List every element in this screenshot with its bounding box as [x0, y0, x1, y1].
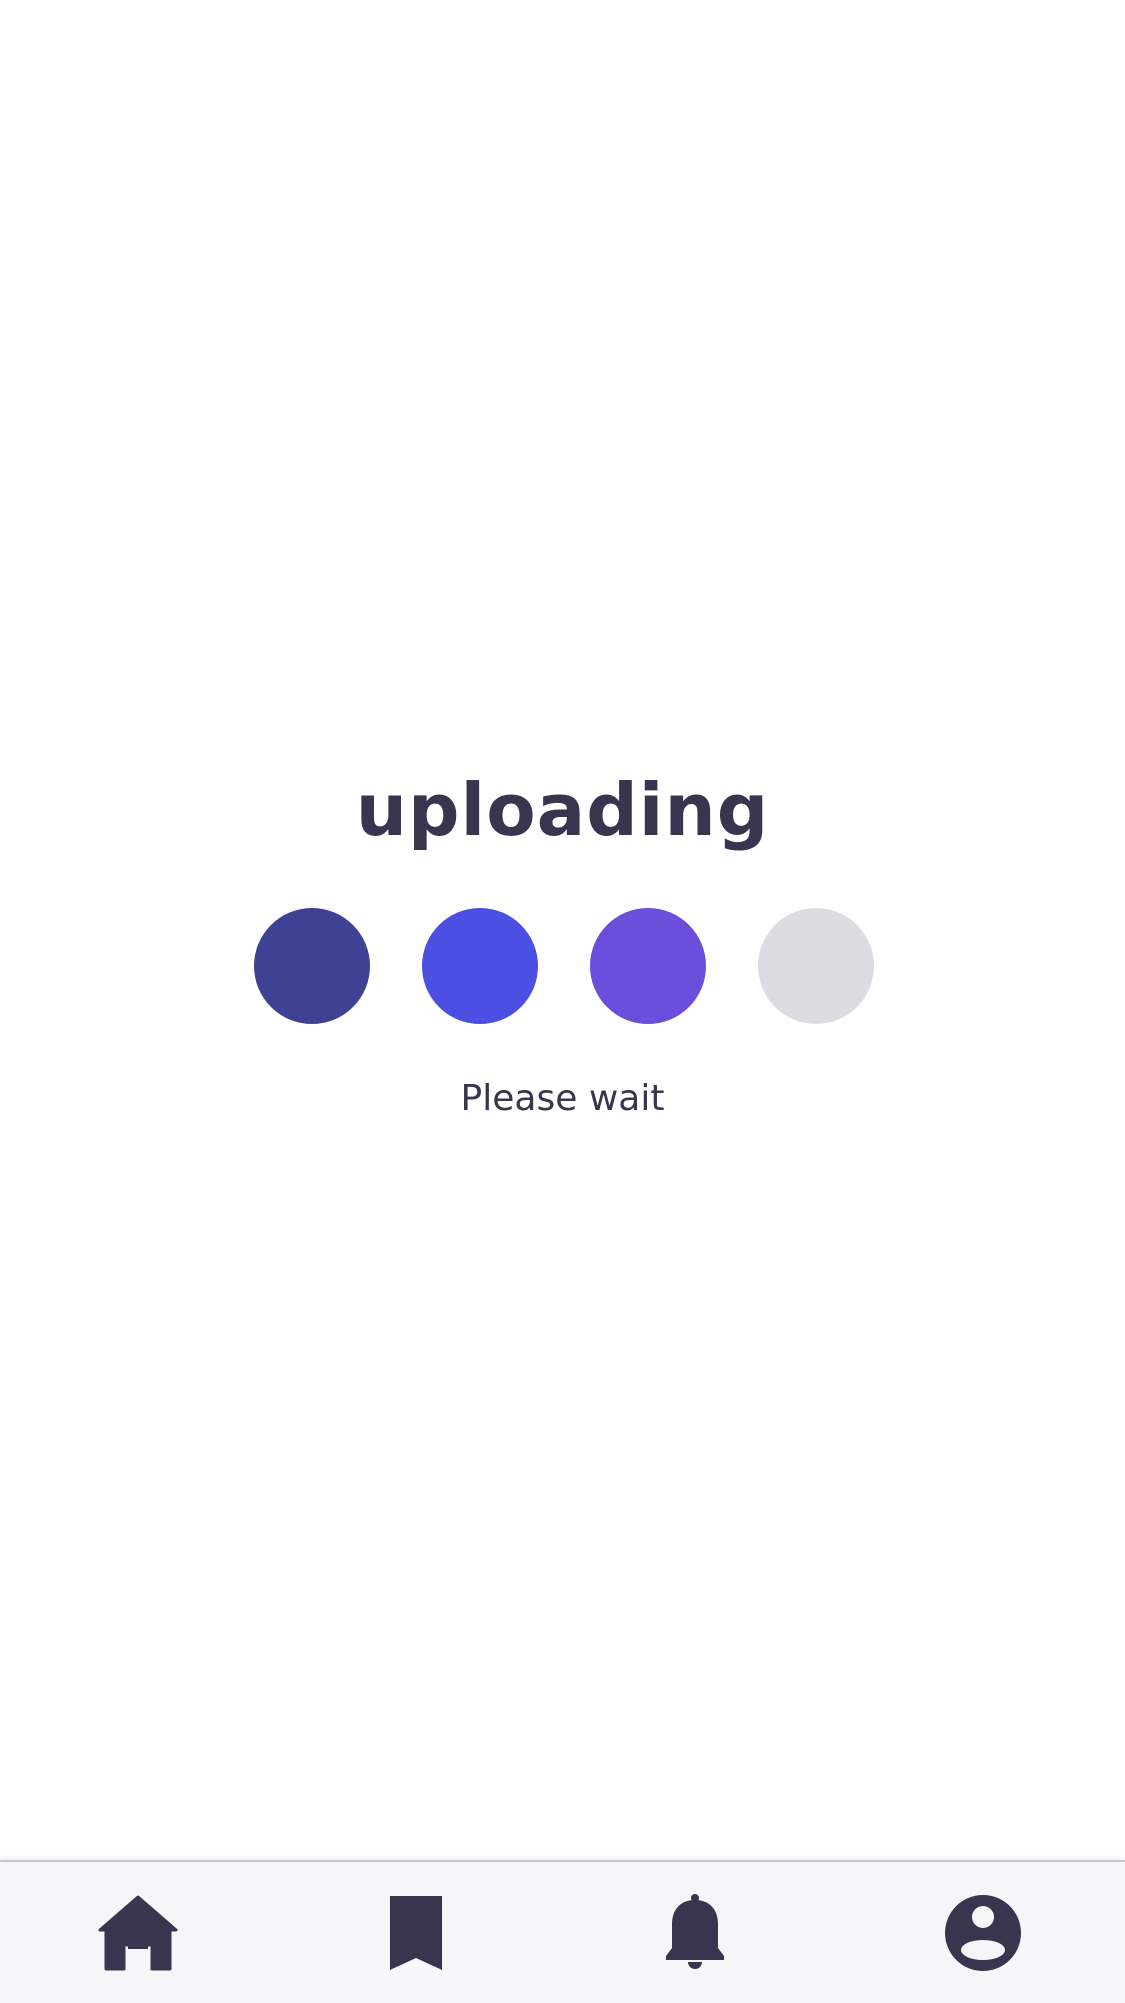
user-circle-icon [945, 1895, 1021, 1971]
tab-home[interactable] [68, 1864, 208, 2002]
progress-dots [0, 908, 1125, 1024]
home-icon [98, 1895, 178, 1971]
tab-profile[interactable] [913, 1864, 1053, 2002]
progress-dot [422, 908, 538, 1024]
tab-notifications[interactable] [625, 1864, 765, 2002]
loading-title: uploading [355, 768, 770, 852]
progress-dot [254, 908, 370, 1024]
wait-message: Please wait [460, 1078, 665, 1119]
bookmark-icon [390, 1896, 442, 1970]
upload-screen: uploading Please wait [0, 0, 1125, 2003]
bottom-tab-bar [0, 1860, 1125, 2003]
progress-dot [590, 908, 706, 1024]
tab-bookmarks[interactable] [346, 1864, 486, 2002]
bell-icon [666, 1894, 724, 1969]
progress-dot [758, 908, 874, 1024]
